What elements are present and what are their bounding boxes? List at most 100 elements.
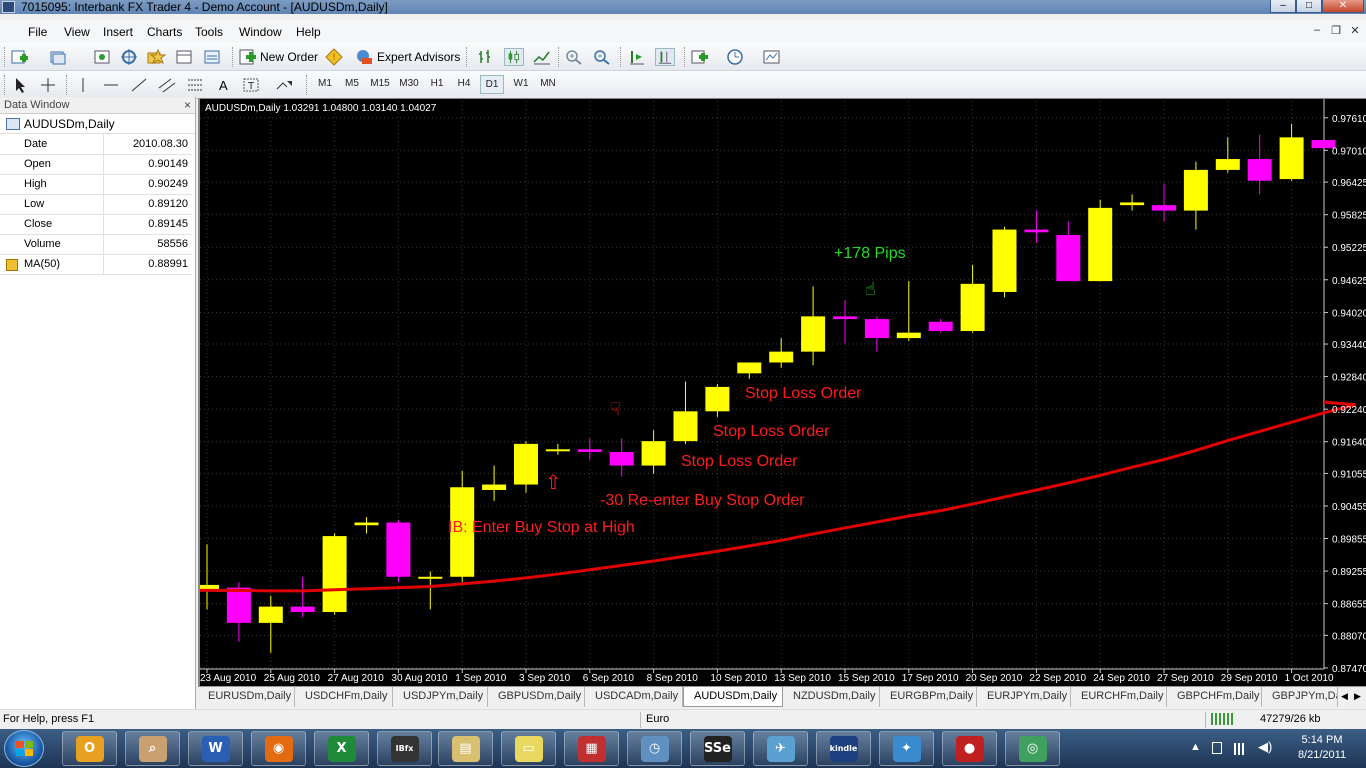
toolbar-grip — [4, 75, 7, 95]
data-window-close-button[interactable]: × — [184, 97, 191, 113]
timeframe-mn[interactable]: MN — [536, 78, 560, 89]
data-window-symbol-label: AUDUSDm,Daily — [24, 117, 115, 131]
timeframe-h1[interactable]: H1 — [425, 78, 449, 89]
taskbar-app-button[interactable]: IBfx — [377, 731, 432, 766]
tab-eurjpym[interactable]: EURJPYm,Daily — [977, 687, 1071, 707]
candle-body — [1247, 159, 1272, 181]
taskbar-app-button[interactable]: ◉ — [251, 731, 306, 766]
taskbar-app-button[interactable]: ◎ — [1005, 731, 1060, 766]
taskbar-app-button[interactable]: kindle — [816, 731, 871, 766]
timeframe-m1[interactable]: M1 — [313, 78, 337, 89]
menu-file[interactable]: File — [28, 25, 47, 39]
tab-usdcadm[interactable]: USDCADm,Daily — [585, 687, 683, 707]
tab-usdchfm[interactable]: USDCHFm,Daily — [295, 687, 393, 707]
auto-scroll-icon[interactable] — [627, 48, 647, 66]
taskbar-app-button[interactable]: X — [314, 731, 369, 766]
timeframe-m5[interactable]: M5 — [340, 78, 364, 89]
timeframe-d1[interactable]: D1 — [480, 75, 504, 94]
navigator-icon[interactable] — [146, 48, 166, 66]
horizontal-line-icon[interactable] — [101, 76, 121, 94]
cursor-icon[interactable] — [10, 76, 30, 94]
mdi-restore-button[interactable]: ❐ — [1327, 24, 1345, 38]
new-order-button[interactable]: New Order — [260, 50, 318, 64]
timeframe-h4[interactable]: H4 — [452, 78, 476, 89]
data-window-icon[interactable] — [119, 48, 139, 66]
profiles-icon[interactable] — [48, 48, 68, 66]
new-order-icon[interactable] — [238, 48, 258, 66]
tab-nzdusdm[interactable]: NZDUSDm,Daily — [783, 687, 880, 707]
y-tick-label: 0.89255 — [1332, 567, 1366, 578]
fibonacci-icon[interactable] — [185, 76, 205, 94]
templates-icon[interactable] — [762, 48, 782, 66]
timeframe-m15[interactable]: M15 — [368, 78, 392, 89]
timeframe-w1[interactable]: W1 — [509, 78, 533, 89]
tab-gbpchfm[interactable]: GBPCHFm,Daily — [1167, 687, 1262, 707]
taskbar-app-button[interactable]: ● — [942, 731, 997, 766]
tabs-scroll-right-button[interactable]: ▶ — [1354, 691, 1361, 702]
timeframe-m30[interactable]: M30 — [397, 78, 421, 89]
trendline-icon[interactable] — [129, 76, 149, 94]
price-chart[interactable]: 0.97610 0.97010 0.96425 0.95825 0.95225 0.946… — [200, 99, 1366, 686]
chart-window[interactable]: 0.97610 0.97010 0.96425 0.95825 0.95225 0.946… — [198, 98, 1366, 686]
zoom-in-icon[interactable] — [564, 48, 584, 66]
minimize-button[interactable]: – — [1270, 0, 1296, 13]
text-label-icon[interactable]: T — [241, 76, 261, 94]
strategy-tester-icon[interactable] — [202, 48, 222, 66]
action-center-icon[interactable] — [1212, 742, 1222, 754]
crosshair-icon[interactable] — [38, 76, 58, 94]
taskbar-app-button[interactable]: ▤ — [438, 731, 493, 766]
tab-eurgbpm[interactable]: EURGBPm,Daily — [880, 687, 977, 707]
mdi-minimize-button[interactable]: – — [1308, 24, 1326, 38]
zoom-out-icon[interactable] — [592, 48, 612, 66]
status-profile[interactable]: Euro — [646, 713, 669, 725]
connection-status-icon[interactable] — [1211, 713, 1233, 725]
periodicity-icon[interactable] — [726, 48, 746, 66]
menu-insert[interactable]: Insert — [103, 25, 133, 39]
start-button[interactable] — [4, 730, 44, 767]
volume-icon[interactable]: ◀) — [1258, 739, 1272, 755]
menu-charts[interactable]: Charts — [147, 25, 182, 39]
taskbar-app-button[interactable]: ⌕ — [125, 731, 180, 766]
mdi-close-button[interactable]: ✕ — [1346, 24, 1364, 38]
bar-chart-icon[interactable] — [476, 48, 496, 66]
market-watch-icon[interactable] — [92, 48, 112, 66]
tab-eurusdm[interactable]: EURUSDm,Daily — [198, 687, 295, 707]
metaeditor-icon[interactable]: ! — [324, 48, 344, 66]
network-icon[interactable] — [1234, 743, 1248, 755]
taskbar-app-button[interactable]: ▭ — [501, 731, 556, 766]
candlestick-chart-icon[interactable] — [504, 48, 524, 66]
equidistant-channel-icon[interactable] — [157, 76, 177, 94]
menu-window[interactable]: Window — [239, 25, 282, 39]
tray-expand-icon[interactable]: ▲ — [1190, 741, 1201, 753]
expert-advisors-button[interactable]: Expert Advisors — [377, 50, 460, 64]
tab-usdjpym[interactable]: USDJPYm,Daily — [393, 687, 488, 707]
new-chart-icon[interactable] — [10, 48, 30, 66]
menu-help[interactable]: Help — [296, 25, 321, 39]
text-tool-button[interactable]: A — [219, 78, 228, 93]
tab-eurchfm[interactable]: EURCHFm,Daily — [1071, 687, 1167, 707]
tab-gbpjpym[interactable]: GBPJPYm,Daily — [1262, 687, 1338, 707]
taskbar-app-button[interactable]: ✈ — [753, 731, 808, 766]
maximize-button[interactable]: □ — [1296, 0, 1322, 13]
menu-view[interactable]: View — [64, 25, 90, 39]
data-window-panel: Data Window × AUDUSDm,Daily Date 2010.08.… — [0, 97, 196, 711]
taskbar-app-button[interactable]: ◷ — [627, 731, 682, 766]
terminal-icon[interactable] — [174, 48, 194, 66]
menu-tools[interactable]: Tools — [195, 25, 223, 39]
close-button[interactable]: ✕ — [1322, 0, 1364, 13]
taskbar-app-button[interactable]: SSe — [690, 731, 745, 766]
tabs-scroll-left-button[interactable]: ◀ — [1341, 691, 1348, 702]
arrows-icon[interactable] — [274, 76, 294, 94]
taskbar-app-button[interactable]: W — [188, 731, 243, 766]
clock[interactable]: 5:14 PM 8/21/2011 — [1290, 733, 1354, 763]
taskbar-app-button[interactable]: O — [62, 731, 117, 766]
vertical-line-icon[interactable] — [73, 76, 93, 94]
taskbar-app-button[interactable]: ✦ — [879, 731, 934, 766]
indicators-icon[interactable] — [690, 48, 710, 66]
taskbar-app-button[interactable]: ▦ — [564, 731, 619, 766]
tab-gbpusdm[interactable]: GBPUSDm,Daily — [488, 687, 585, 707]
chart-shift-icon[interactable] — [655, 48, 675, 66]
tab-audusdm[interactable]: AUDUSDm,Daily — [683, 687, 783, 707]
expert-advisors-icon[interactable] — [354, 48, 374, 66]
line-chart-icon[interactable] — [532, 48, 552, 66]
